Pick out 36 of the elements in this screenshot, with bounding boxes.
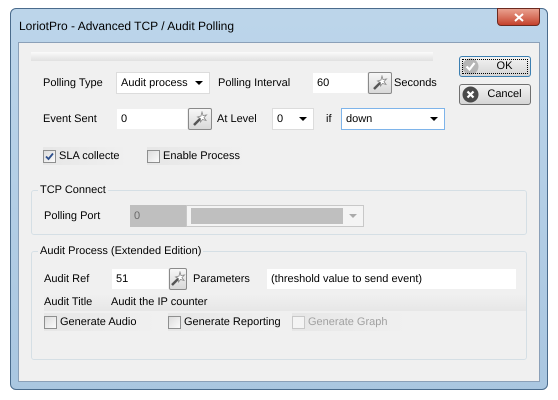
field-label: Polling Interval bbox=[217, 76, 292, 91]
input-field[interactable]: (threshold value to send event) bbox=[266, 268, 517, 290]
cancel-button[interactable]: Cancel bbox=[459, 84, 531, 105]
input-field[interactable]: 0 bbox=[116, 108, 188, 130]
wand-button[interactable] bbox=[368, 72, 392, 94]
dropdown[interactable]: 0 bbox=[272, 108, 314, 130]
cancel-icon bbox=[462, 86, 479, 103]
dropdown[interactable]: down bbox=[341, 108, 445, 130]
field-label: Polling Port bbox=[44, 208, 102, 224]
window-title: LoriotPro - Advanced TCP / Audit Polling bbox=[18, 18, 234, 34]
caret-icon bbox=[349, 214, 357, 218]
field-label: Parameters bbox=[192, 272, 251, 287]
input-field[interactable]: 60 bbox=[312, 72, 368, 94]
audit-title-value: Audit the IP counter bbox=[111, 294, 208, 310]
group-title: Audit Process (Extended Edition) bbox=[38, 243, 204, 260]
dropdown[interactable]: Audit process bbox=[116, 72, 210, 94]
caret-icon bbox=[299, 117, 307, 121]
field-label: Event Sent bbox=[42, 112, 98, 127]
input-field[interactable]: 51 bbox=[111, 268, 169, 290]
wand-button[interactable] bbox=[169, 268, 187, 290]
wand-icon bbox=[372, 75, 388, 91]
ok-button[interactable]: OK bbox=[459, 56, 531, 77]
field-label: Audit Title bbox=[44, 294, 94, 310]
field-label: Audit Ref bbox=[44, 272, 90, 287]
field-label: Seconds bbox=[393, 76, 437, 91]
field-label: Polling Type bbox=[42, 76, 104, 91]
check-icon bbox=[462, 58, 479, 75]
wand-icon bbox=[192, 111, 208, 127]
field-label: if bbox=[325, 112, 332, 127]
wand-icon bbox=[170, 271, 186, 287]
field-label: At Level bbox=[216, 112, 258, 127]
close-icon bbox=[514, 12, 524, 22]
caret-icon bbox=[195, 81, 203, 85]
close-button[interactable] bbox=[497, 8, 540, 26]
wand-button[interactable] bbox=[188, 108, 212, 130]
caret-icon bbox=[430, 117, 438, 121]
